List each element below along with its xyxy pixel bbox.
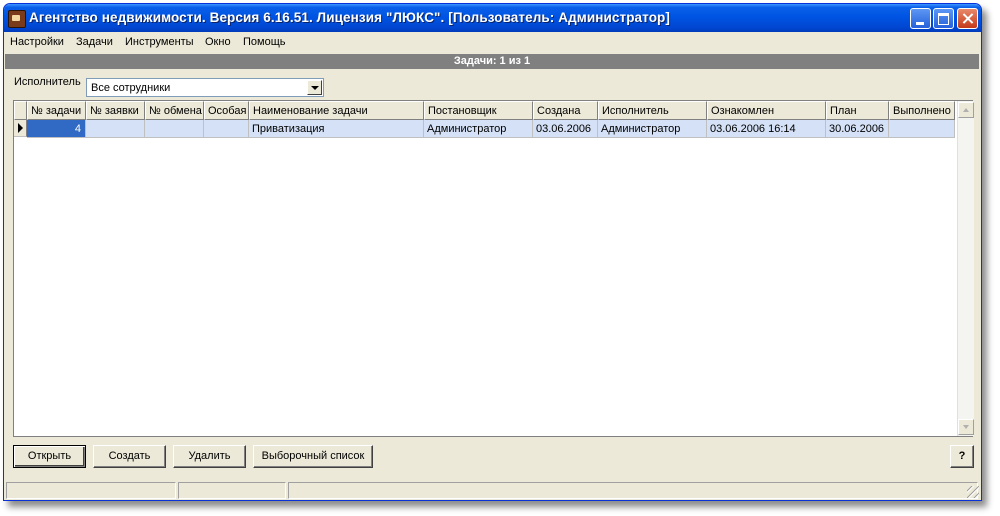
col-header-task-no[interactable]: № задачи: [27, 101, 86, 120]
table-row[interactable]: 4 Приватизация Администратор 03.06.2006 …: [27, 120, 955, 138]
resize-grip-icon[interactable]: [967, 486, 979, 498]
title-bar[interactable]: Агентство недвижимости. Версия 6.16.51. …: [4, 4, 981, 32]
main-window: Агентство недвижимости. Версия 6.16.51. …: [3, 3, 982, 501]
selective-list-button[interactable]: Выборочный список: [253, 445, 373, 468]
status-bar: [4, 480, 981, 500]
col-header-task-name[interactable]: Наименование задачи: [249, 101, 424, 120]
cell-acknowledged[interactable]: 03.06.2006 16:14: [707, 120, 826, 138]
assignee-filter-value: Все сотрудники: [91, 82, 171, 94]
col-header-completed[interactable]: Выполнено: [889, 101, 955, 120]
menu-help[interactable]: Помощь: [243, 36, 286, 48]
delete-button[interactable]: Удалить: [173, 445, 246, 468]
app-icon[interactable]: [8, 10, 26, 28]
close-button[interactable]: [957, 8, 978, 29]
menu-tools[interactable]: Инструменты: [125, 36, 194, 48]
menu-tasks[interactable]: Задачи: [76, 36, 113, 48]
window-title: Агентство недвижимости. Версия 6.16.51. …: [29, 10, 670, 25]
assignee-filter-combo[interactable]: Все сотрудники: [86, 78, 324, 97]
col-header-request-no[interactable]: № заявки: [86, 101, 145, 120]
cell-created[interactable]: 03.06.2006: [533, 120, 598, 138]
row-indicator-icon: [14, 120, 27, 137]
cell-special[interactable]: [204, 120, 249, 138]
help-button[interactable]: ?: [950, 445, 974, 468]
open-button[interactable]: Открыть: [13, 445, 86, 468]
status-panel-2: [178, 482, 286, 499]
create-button[interactable]: Создать: [93, 445, 166, 468]
col-header-creator[interactable]: Постановщик: [424, 101, 533, 120]
status-panel-3: [288, 482, 978, 499]
cell-completed[interactable]: [889, 120, 955, 138]
cell-assignee[interactable]: Администратор: [598, 120, 707, 138]
cell-exchange-no[interactable]: [145, 120, 204, 138]
minimize-button[interactable]: [910, 8, 931, 29]
cell-creator[interactable]: Администратор: [424, 120, 533, 138]
col-header-special[interactable]: Особая: [204, 101, 249, 120]
menu-bar: Настройки Задачи Инструменты Окно Помощь: [4, 32, 981, 52]
chevron-down-icon[interactable]: [307, 80, 322, 95]
cell-request-no[interactable]: [86, 120, 145, 138]
cell-plan[interactable]: 30.06.2006: [826, 120, 889, 138]
col-header-plan[interactable]: План: [826, 101, 889, 120]
grid-corner: [14, 101, 27, 120]
scroll-down-icon[interactable]: [958, 419, 974, 435]
maximize-button[interactable]: [933, 8, 954, 29]
col-header-exchange-no[interactable]: № обмена: [145, 101, 204, 120]
col-header-acknowledged[interactable]: Ознакомлен: [707, 101, 826, 120]
tasks-count-band: Задачи: 1 из 1: [5, 54, 979, 69]
status-panel-1: [6, 482, 176, 499]
cell-task-no[interactable]: 4: [27, 120, 86, 138]
cell-task-name[interactable]: Приватизация: [249, 120, 424, 138]
col-header-created[interactable]: Создана: [533, 101, 598, 120]
vertical-scrollbar[interactable]: [957, 101, 974, 436]
tasks-grid[interactable]: № задачи № заявки № обмена Особая Наимен…: [13, 100, 974, 437]
assignee-filter-label: Исполнитель: [14, 76, 81, 88]
menu-settings[interactable]: Настройки: [10, 36, 64, 48]
scroll-up-icon[interactable]: [958, 102, 974, 118]
col-header-assignee[interactable]: Исполнитель: [598, 101, 707, 120]
menu-window[interactable]: Окно: [205, 36, 231, 48]
